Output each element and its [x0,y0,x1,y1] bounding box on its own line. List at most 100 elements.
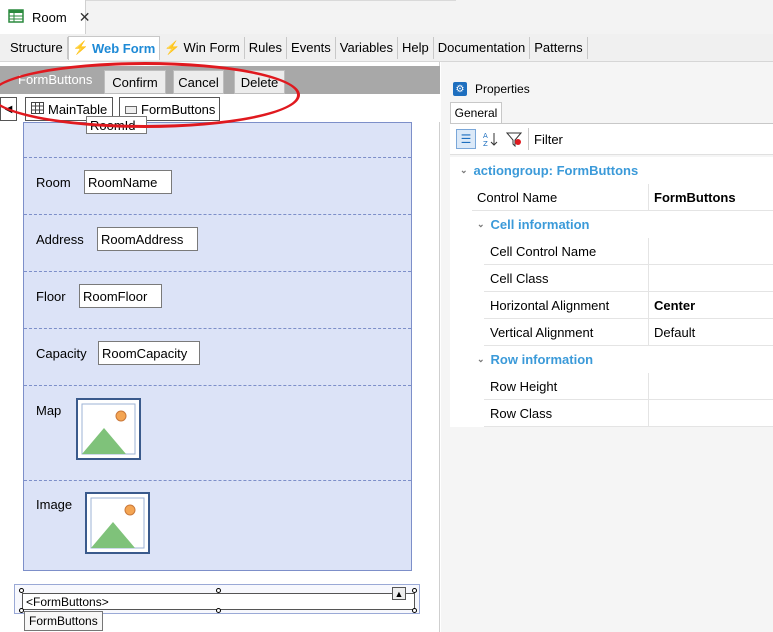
tab-label: Patterns [534,40,583,55]
chevron-down-icon[interactable]: ⌄ [477,219,485,230]
property-row[interactable]: Horizontal Alignment Center [484,292,773,319]
lightning-icon: ⚡ [164,39,181,55]
room-label: Room [36,175,71,190]
map-label: Map [36,403,62,418]
section-title: actiongroup: FormButtons [473,163,639,178]
image-label: Image [36,497,73,512]
property-value[interactable]: FormButtons [649,184,736,210]
tab-label: Variables [339,40,394,55]
roomfloor-field[interactable]: RoomFloor [79,284,162,308]
row-divider [24,271,411,272]
image-placeholder-icon[interactable] [85,492,150,554]
roomid-field[interactable]: RoomId [86,116,147,134]
sort-az-icon[interactable]: AZ [481,129,501,149]
tab-label: Web Form [91,40,156,56]
tab-web-form[interactable]: ⚡ Web Form [67,35,161,60]
property-value[interactable] [649,400,654,426]
confirm-button[interactable]: Confirm [104,70,166,94]
property-name: Horizontal Alignment [484,292,649,318]
property-value[interactable] [649,373,654,399]
delete-button[interactable]: Delete [234,70,285,94]
tab-documentation[interactable]: Documentation [434,36,531,59]
close-icon[interactable]: ✕ [79,9,91,26]
property-row[interactable]: Control Name FormButtons [472,184,773,211]
filter-input[interactable]: Filter [534,132,563,147]
tab-strip-divider [86,0,456,1]
tooltip: FormButtons [24,611,103,631]
row-divider [24,328,411,329]
tab-general[interactable]: General [450,102,502,123]
address-label: Address [36,232,84,247]
row-divider [24,480,411,481]
properties-header: ⚙ Properties [453,80,530,98]
section-cell-information[interactable]: ⌄ Cell information [450,211,773,238]
tab-win-form[interactable]: ⚡ Win Form [160,36,245,59]
chevron-left-icon[interactable]: ◀ [0,97,17,121]
resize-handle[interactable] [412,588,417,593]
formbuttons-title: FormButtons [18,72,93,87]
row-divider [24,157,411,158]
property-row[interactable]: Cell Class [484,265,773,292]
row-divider [24,214,411,215]
chevron-down-icon[interactable]: ⌄ [477,354,485,365]
button-group-icon [125,102,137,117]
section-title: Row information [490,352,594,367]
resize-handle[interactable] [216,588,221,593]
resize-handle[interactable] [216,608,221,613]
image-placeholder-icon[interactable] [76,398,141,460]
properties-title: Properties [475,82,530,96]
breadcrumb-label: FormButtons [141,101,216,117]
property-name: Control Name [472,184,649,210]
tab-events[interactable]: Events [287,36,336,59]
property-value[interactable] [649,265,654,291]
property-name: Cell Control Name [484,238,649,264]
table-icon [8,8,24,26]
resize-handle[interactable] [412,608,417,613]
table-icon [31,101,44,117]
lightning-icon: ⚡ [72,40,89,55]
editor-tabs: Structure ⚡ Web Form ⚡ Win Form Rules Even… [0,34,773,62]
tab-rules[interactable]: Rules [245,36,288,59]
svg-text:Z: Z [483,140,488,147]
document-tab-label: Room [32,9,67,25]
tab-variables[interactable]: Variables [336,36,399,59]
move-up-icon[interactable]: ▲ [392,587,406,600]
property-name: Cell Class [484,265,649,291]
property-row[interactable]: Row Height [484,373,773,400]
row-divider [24,385,411,386]
document-tab-strip [0,0,773,34]
property-grid: ⌄ actiongroup: FormButtons Control Name … [450,157,773,427]
section-title: Cell information [490,217,590,232]
roomcapacity-field[interactable]: RoomCapacity [98,341,200,365]
property-value[interactable]: Default [649,319,695,345]
chevron-down-icon[interactable]: ⌄ [460,165,468,176]
property-value[interactable] [649,238,654,264]
property-name: Row Height [484,373,649,399]
categorized-icon[interactable]: ☰ [456,129,476,149]
roomname-field[interactable]: RoomName [84,170,172,194]
property-name: Row Class [484,400,649,426]
property-row[interactable]: Row Class [484,400,773,427]
svg-text:A: A [483,132,488,140]
tab-patterns[interactable]: Patterns [530,36,588,59]
tab-label: Rules [248,40,283,55]
resize-handle[interactable] [19,588,24,593]
tab-label: Structure [10,40,63,55]
filter-icon[interactable] [504,129,524,149]
capacity-label: Capacity [36,346,87,361]
toolbar-divider [528,128,529,150]
property-name: Vertical Alignment [484,319,649,345]
properties-icon: ⚙ [453,82,467,96]
document-tab-room[interactable]: Room ✕ [0,0,90,34]
property-value[interactable]: Center [649,292,695,318]
tab-help[interactable]: Help [398,36,434,59]
section-row-information[interactable]: ⌄ Row information [450,346,773,373]
cancel-button[interactable]: Cancel [173,70,224,94]
property-row[interactable]: Cell Control Name [484,238,773,265]
property-row[interactable]: Vertical Alignment Default [484,319,773,346]
section-actiongroup[interactable]: ⌄ actiongroup: FormButtons [450,157,773,184]
floor-label: Floor [36,289,66,304]
tab-label: Documentation [437,40,526,55]
tab-structure[interactable]: Structure [6,36,68,59]
roomaddress-field[interactable]: RoomAddress [97,227,198,251]
